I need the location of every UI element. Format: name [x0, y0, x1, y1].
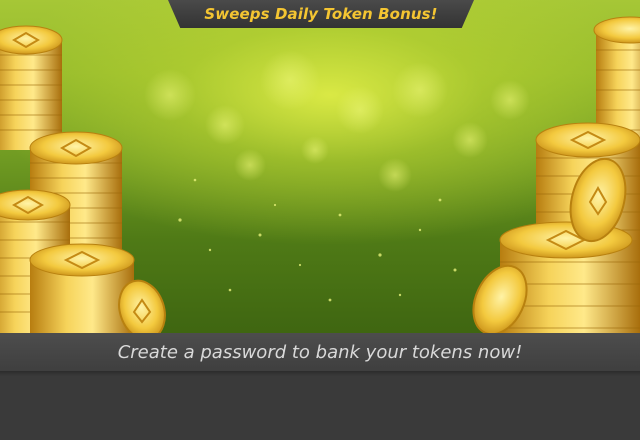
bokeh-sparkles	[144, 50, 530, 192]
promo-caption: Create a password to bank your tokens no…	[117, 341, 523, 363]
lower-panel	[0, 371, 640, 440]
title-banner: Sweeps Daily Token Bonus!	[168, 0, 474, 28]
panel-divider	[0, 371, 640, 376]
banner-title: Sweeps Daily Token Bonus!	[204, 5, 438, 23]
floating-specks	[178, 178, 457, 302]
coin-stack-left-small	[29, 243, 135, 333]
token-bonus-panel: Sweeps Daily Token Bonus! Create a passw…	[0, 0, 640, 440]
coin-stack-left-back	[0, 25, 63, 150]
caption-bar: Create a password to bank your tokens no…	[0, 333, 640, 371]
hero-illustration	[0, 0, 640, 333]
